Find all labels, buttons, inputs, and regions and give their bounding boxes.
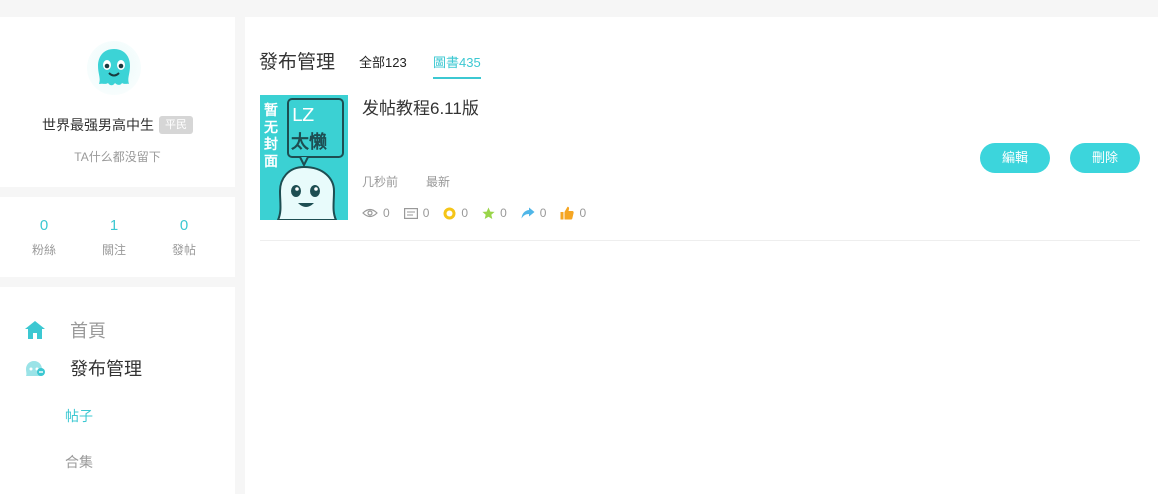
profile-card: 世界最强男高中生 平民 TA什么都没留下 (0, 17, 235, 187)
post-cover[interactable]: 暂 无 封 面 LZ 太懒 (260, 95, 348, 220)
likes-stat[interactable]: 0 (560, 206, 586, 220)
divider (260, 240, 1140, 241)
post-time: 几秒前 (362, 175, 399, 189)
stat-fans-label: 粉絲 (31, 243, 56, 257)
rank-badge: 平民 (159, 116, 193, 134)
edit-button[interactable]: 編輯 (980, 143, 1050, 173)
stat-posts-label: 發帖 (171, 243, 196, 257)
nav-item-publish-manage-label: 發布管理 (70, 359, 142, 379)
stats-card: 0 粉絲 1 關注 0 發帖 (0, 197, 235, 277)
likes-count: 0 (579, 206, 587, 220)
comments-count: 0 (422, 206, 430, 220)
post-meta: 几秒前 最新 (362, 173, 450, 190)
post-stats: 0 0 0 0 0 0 (362, 206, 586, 220)
favorites-count: 0 (500, 206, 507, 220)
nav-item-publish-manage[interactable]: 發布管理 (24, 355, 142, 381)
nav-subitem-collections[interactable]: 合集 (65, 452, 93, 472)
username[interactable]: 世界最强男高中生 (42, 115, 154, 135)
nav-subitem-posts[interactable]: 帖子 (65, 406, 93, 426)
avatar[interactable] (87, 41, 141, 95)
eye-icon (362, 208, 378, 218)
views-count: 0 (383, 206, 390, 220)
svg-text:面: 面 (264, 154, 278, 170)
shares-stat[interactable]: 0 (521, 206, 547, 220)
stat-following-value: 1 (109, 217, 119, 234)
stat-fans-value: 0 (39, 217, 49, 234)
coins-stat[interactable]: 0 (443, 206, 468, 220)
comment-icon (403, 207, 418, 219)
nav-item-home-label: 首頁 (70, 321, 106, 341)
favorites-stat[interactable]: 0 (482, 206, 507, 220)
ghost-mascot-icon (98, 49, 130, 86)
svg-text:封: 封 (264, 136, 278, 153)
home-icon (25, 321, 45, 339)
svg-text:无: 无 (263, 120, 278, 136)
post-tag: 最新 (426, 175, 451, 189)
share-icon (521, 207, 535, 219)
shares-count: 0 (539, 206, 547, 220)
user-bio: TA什么都没留下 (74, 150, 161, 164)
comments-stat: 0 (403, 206, 430, 220)
cover-text-lz: LZ (292, 105, 314, 126)
coins-count: 0 (461, 206, 469, 220)
tab-books[interactable]: 圖書435 (433, 52, 481, 79)
stat-posts[interactable]: 0 發帖 (154, 217, 214, 258)
stat-fans[interactable]: 0 粉絲 (14, 217, 74, 258)
main-panel: 發布管理 全部123 圖書435 暂 无 封 面 LZ 太懒 发帖教程6.11版… (245, 17, 1158, 494)
ghost-manage-icon (26, 361, 45, 376)
stat-posts-value: 0 (179, 217, 189, 234)
stat-following-label: 關注 (101, 243, 126, 257)
nav-item-home[interactable]: 首頁 (24, 317, 106, 343)
sidebar-nav: 首頁 發布管理 帖子 合集 (0, 287, 235, 494)
tab-all[interactable]: 全部123 (359, 52, 407, 77)
star-icon (482, 207, 495, 219)
thumbs-up-icon (560, 206, 575, 220)
views-stat: 0 (362, 206, 390, 220)
stat-following[interactable]: 1 關注 (84, 217, 144, 258)
cover-text-lazy: 太懒 (291, 131, 327, 153)
coin-icon (443, 207, 456, 219)
default-cover-image: 暂 无 封 面 LZ 太懒 (260, 95, 348, 220)
page-title: 發布管理 (259, 52, 336, 73)
post-title[interactable]: 发帖教程6.11版 (362, 94, 479, 119)
delete-button[interactable]: 刪除 (1070, 143, 1140, 173)
svg-text:暂: 暂 (264, 102, 278, 119)
